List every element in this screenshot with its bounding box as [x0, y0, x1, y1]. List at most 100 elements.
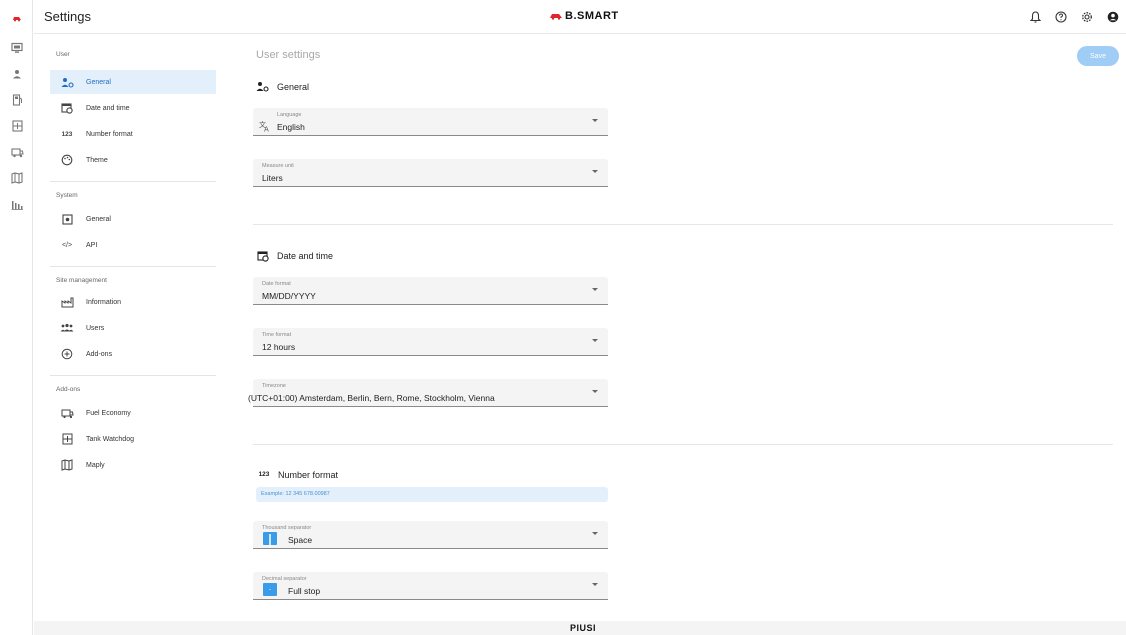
- map-icon[interactable]: [9, 170, 25, 186]
- field-value: (UTC+01:00) Amsterdam, Berlin, Bern, Rom…: [248, 393, 495, 403]
- calendar-clock-icon: [60, 101, 74, 115]
- bell-icon[interactable]: [1022, 8, 1048, 26]
- nav-divider: [50, 375, 216, 376]
- plus-circle-icon: [60, 347, 74, 361]
- nav-item-date-time[interactable]: Date and time: [50, 96, 216, 120]
- decimal-separator-select[interactable]: Decimal separator . Full stop: [253, 572, 608, 600]
- icon-rail: [0, 0, 33, 635]
- settings-nav: User General Date and time 123 Number fo…: [50, 48, 216, 479]
- nav-item-information[interactable]: Information: [50, 290, 216, 314]
- nav-item-label: Tank Watchdog: [86, 435, 134, 443]
- field-value: Full stop: [288, 586, 321, 596]
- nav-item-user-general[interactable]: General: [50, 70, 216, 94]
- nav-section-user: User: [56, 51, 70, 58]
- calendar-clock-icon: [256, 249, 269, 262]
- separator-swatch: .: [263, 583, 277, 596]
- nav-item-label: General: [86, 78, 111, 86]
- chevron-down-icon: [592, 339, 598, 342]
- user-gear-icon: [60, 75, 74, 89]
- nav-item-tank-watchdog[interactable]: Tank Watchdog: [50, 427, 216, 451]
- nav-item-label: Fuel Economy: [86, 409, 131, 417]
- system-settings-icon: [60, 212, 74, 226]
- tank-icon[interactable]: [9, 118, 25, 134]
- nav-item-label: API: [86, 241, 98, 249]
- nav-item-label: Theme: [86, 156, 108, 164]
- person-icon[interactable]: [9, 66, 25, 82]
- section-divider: [253, 444, 1113, 445]
- nav-item-fuel-economy[interactable]: Fuel Economy: [50, 401, 216, 425]
- field-label: Timezone: [262, 383, 286, 389]
- top-bar: Settings B.SMART: [34, 0, 1126, 34]
- separator-swatch: [263, 532, 277, 547]
- nav-item-number-format[interactable]: 123 Number format: [50, 122, 216, 146]
- section-title: Number format: [278, 469, 339, 480]
- nav-item-label: Users: [86, 324, 105, 332]
- nav-section-system: System: [56, 192, 78, 199]
- footer-brand-logo: PIUSI: [570, 623, 597, 633]
- thousand-separator-select[interactable]: Thousand separator Space: [253, 521, 608, 549]
- account-icon[interactable]: [1100, 8, 1126, 26]
- section-general-heading: General: [256, 80, 309, 93]
- field-value: 12 hours: [262, 342, 296, 352]
- chevron-down-icon: [592, 119, 598, 122]
- palette-icon: [60, 153, 74, 167]
- field-label: Date format: [262, 281, 291, 287]
- tank-icon: [60, 432, 74, 446]
- field-label: Language: [277, 112, 302, 118]
- date-format-select[interactable]: Date format MM/DD/YYYY: [253, 277, 608, 305]
- nav-item-label: Add-ons: [86, 350, 113, 358]
- dispenser-icon[interactable]: [9, 92, 25, 108]
- field-label: Decimal separator: [262, 576, 307, 582]
- app-title: Settings: [44, 9, 91, 24]
- user-gear-icon: [256, 80, 269, 93]
- truck-icon[interactable]: [9, 144, 25, 160]
- map-icon: [60, 458, 74, 472]
- field-label: Thousand separator: [262, 525, 312, 531]
- nav-item-label: Maply: [86, 461, 105, 469]
- chevron-down-icon: [592, 390, 598, 393]
- red-car-logo-icon[interactable]: [9, 10, 25, 26]
- nav-item-label: General: [86, 215, 111, 223]
- field-value: English: [277, 122, 305, 132]
- section-number-format-heading: 123 Number format: [256, 468, 338, 481]
- nav-item-add-ons[interactable]: Add-ons: [50, 342, 216, 366]
- nav-item-label: Date and time: [86, 104, 130, 112]
- settings-content: User settings Save General 文A Language E…: [248, 34, 1126, 621]
- nav-item-system-general[interactable]: General: [50, 207, 216, 231]
- code-icon: </>: [61, 241, 73, 249]
- nav-item-maply[interactable]: Maply: [50, 453, 216, 477]
- section-title: Date and time: [277, 250, 334, 261]
- field-value: Liters: [262, 173, 283, 183]
- save-button[interactable]: Save: [1077, 46, 1119, 66]
- gear-icon[interactable]: [1074, 8, 1100, 26]
- brand-logo[interactable]: B.SMART: [549, 10, 619, 22]
- nav-item-api[interactable]: </> API: [50, 233, 216, 257]
- help-icon[interactable]: [1048, 8, 1074, 26]
- chevron-down-icon: [592, 288, 598, 291]
- timezone-select[interactable]: Timezone (UTC+01:00) Amsterdam, Berlin, …: [248, 379, 608, 407]
- chevron-down-icon: [592, 532, 598, 535]
- section-date-time-heading: Date and time: [256, 249, 333, 262]
- section-divider: [253, 224, 1113, 225]
- nav-divider: [50, 266, 216, 267]
- nav-item-theme[interactable]: Theme: [50, 148, 216, 172]
- bar-chart-icon[interactable]: [9, 196, 25, 212]
- svg-text:A: A: [264, 126, 269, 133]
- nav-item-users[interactable]: Users: [50, 316, 216, 340]
- page-title: User settings: [256, 49, 321, 61]
- nav-section-add-ons: Add-ons: [56, 386, 81, 393]
- time-format-select[interactable]: Time format 12 hours: [253, 328, 608, 356]
- truck-icon: [60, 406, 74, 420]
- brand-car-icon: [550, 14, 562, 20]
- language-select[interactable]: 文A Language English: [253, 108, 608, 136]
- brand-name: B.SMART: [565, 10, 619, 22]
- factory-icon: [60, 295, 74, 309]
- nav-section-site-management: Site management: [56, 277, 107, 284]
- measure-unit-select[interactable]: Measure unit Liters: [253, 159, 608, 187]
- section-title: General: [277, 81, 310, 92]
- chevron-down-icon: [592, 583, 598, 586]
- 123-icon: 123: [61, 130, 73, 138]
- chevron-down-icon: [592, 170, 598, 173]
- field-value: Space: [288, 535, 313, 545]
- monitor-icon[interactable]: [9, 40, 25, 56]
